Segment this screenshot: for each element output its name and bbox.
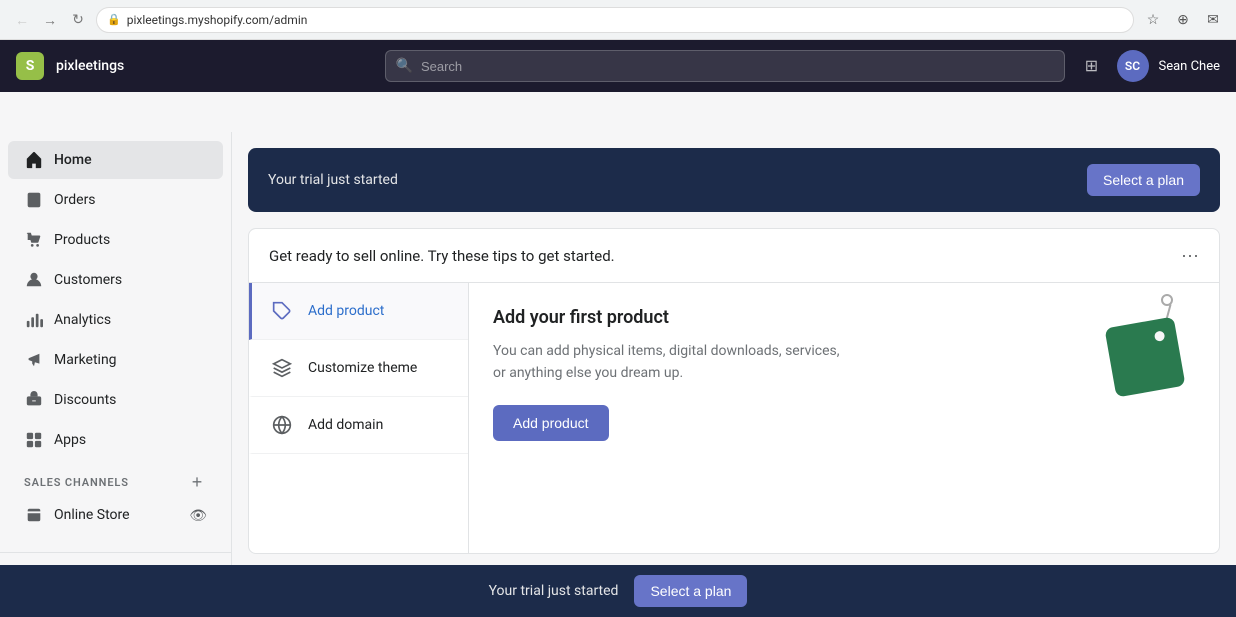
tips-list: Add product Customize theme bbox=[249, 283, 469, 553]
search-input[interactable] bbox=[421, 59, 1054, 74]
home-icon bbox=[24, 150, 44, 170]
trial-message: Your trial just started bbox=[268, 172, 398, 188]
add-sales-channel-button[interactable]: + bbox=[187, 472, 207, 492]
discounts-icon bbox=[24, 390, 44, 410]
tips-card: Get ready to sell online. Try these tips… bbox=[248, 228, 1220, 554]
sidebar-item-orders-label: Orders bbox=[54, 192, 96, 208]
tip-detail-content: Add your first product You can add physi… bbox=[493, 307, 1095, 441]
add-domain-label: Add domain bbox=[308, 417, 383, 433]
orders-icon bbox=[24, 190, 44, 210]
sidebar-item-analytics-label: Analytics bbox=[54, 312, 111, 328]
topbar-actions: ⊞ SC Sean Chee bbox=[1077, 50, 1221, 82]
star-button[interactable]: ☆ bbox=[1142, 9, 1164, 31]
tip-item-add-product[interactable]: Add product bbox=[249, 283, 468, 340]
sidebar-item-customers-label: Customers bbox=[54, 272, 122, 288]
tips-body: Add product Customize theme bbox=[249, 283, 1219, 553]
sidebar-item-analytics[interactable]: Analytics bbox=[8, 301, 223, 339]
user-name: Sean Chee bbox=[1159, 59, 1221, 74]
sidebar-item-products[interactable]: Products bbox=[8, 221, 223, 259]
refresh-button[interactable]: ↻ bbox=[68, 10, 88, 30]
sidebar-item-discounts-label: Discounts bbox=[54, 392, 116, 408]
add-product-cta-button[interactable]: Add product bbox=[493, 405, 609, 441]
tip-detail-panel: Add your first product You can add physi… bbox=[469, 283, 1219, 553]
tips-card-header: Get ready to sell online. Try these tips… bbox=[249, 229, 1219, 283]
main-content: Your trial just started Select a plan Ge… bbox=[232, 132, 1236, 617]
sidebar-item-customers[interactable]: Customers bbox=[8, 261, 223, 299]
search-icon: 🔍 bbox=[396, 58, 413, 74]
products-icon bbox=[24, 230, 44, 250]
sidebar-item-discounts[interactable]: Discounts bbox=[8, 381, 223, 419]
tip-detail-title: Add your first product bbox=[493, 307, 1095, 328]
sidebar-item-products-label: Products bbox=[54, 232, 110, 248]
trial-banner: Your trial just started Select a plan bbox=[248, 148, 1220, 212]
sidebar-item-home[interactable]: Home bbox=[8, 141, 223, 179]
bottom-trial-bar: Your trial just started Select a plan bbox=[0, 565, 1236, 617]
sales-channels-section: SALES CHANNELS + bbox=[8, 460, 223, 496]
topbar: S pixleetings 🔍 ⊞ SC Sean Chee bbox=[0, 40, 1236, 92]
add-product-icon bbox=[268, 297, 296, 325]
customize-theme-label: Customize theme bbox=[308, 360, 417, 376]
forward-button[interactable]: → bbox=[40, 10, 60, 30]
address-bar[interactable]: 🔒 pixleetings.myshopify.com/admin bbox=[96, 7, 1134, 33]
browser-actions: ☆ ⊕ ✉ bbox=[1142, 9, 1224, 31]
lock-icon: 🔒 bbox=[107, 13, 121, 26]
back-button[interactable]: ← bbox=[12, 10, 32, 30]
sidebar-item-orders[interactable]: Orders bbox=[8, 181, 223, 219]
store-name: pixleetings bbox=[56, 58, 124, 74]
online-store-icon bbox=[24, 505, 44, 525]
sidebar-item-online-store[interactable]: Online Store 👁 bbox=[8, 497, 223, 533]
add-domain-icon bbox=[268, 411, 296, 439]
select-plan-button[interactable]: Select a plan bbox=[1087, 164, 1200, 196]
tip-item-add-domain[interactable]: Add domain bbox=[249, 397, 468, 454]
more-options-button[interactable]: ··· bbox=[1181, 245, 1199, 266]
sales-channels-label: SALES CHANNELS bbox=[24, 476, 129, 489]
tips-card-title: Get ready to sell online. Try these tips… bbox=[269, 247, 615, 265]
sidebar-item-marketing[interactable]: Marketing bbox=[8, 341, 223, 379]
sidebar-item-marketing-label: Marketing bbox=[54, 352, 117, 368]
apps-icon bbox=[24, 430, 44, 450]
sidebar-item-apps-label: Apps bbox=[54, 432, 86, 448]
marketing-icon bbox=[24, 350, 44, 370]
shopify-logo: S bbox=[16, 52, 44, 80]
sidebar-item-apps[interactable]: Apps bbox=[8, 421, 223, 459]
add-product-label: Add product bbox=[308, 303, 384, 319]
mail-button[interactable]: ✉ bbox=[1202, 9, 1224, 31]
tip-detail-description: You can add physical items, digital down… bbox=[493, 340, 853, 385]
grid-icon-button[interactable]: ⊞ bbox=[1077, 51, 1107, 81]
sidebar-item-home-label: Home bbox=[54, 152, 92, 168]
bottom-trial-message: Your trial just started bbox=[489, 583, 619, 599]
product-illustration bbox=[1095, 307, 1195, 407]
url-text: pixleetings.myshopify.com/admin bbox=[127, 13, 308, 27]
browser-chrome: ← → ↻ 🔒 pixleetings.myshopify.com/admin … bbox=[0, 0, 1236, 40]
toggle-online-store-button[interactable]: 👁 bbox=[189, 507, 207, 524]
bottom-select-plan-button[interactable]: Select a plan bbox=[634, 575, 747, 607]
customers-icon bbox=[24, 270, 44, 290]
main-layout: Home Orders Products bbox=[0, 132, 1236, 617]
customize-theme-icon bbox=[268, 354, 296, 382]
search-bar[interactable]: 🔍 bbox=[385, 50, 1065, 82]
avatar[interactable]: SC bbox=[1117, 50, 1149, 82]
analytics-icon bbox=[24, 310, 44, 330]
online-store-label: Online Store bbox=[54, 507, 130, 523]
sidebar: Home Orders Products bbox=[0, 132, 232, 617]
tip-item-customize-theme[interactable]: Customize theme bbox=[249, 340, 468, 397]
extensions-button[interactable]: ⊕ bbox=[1172, 9, 1194, 31]
